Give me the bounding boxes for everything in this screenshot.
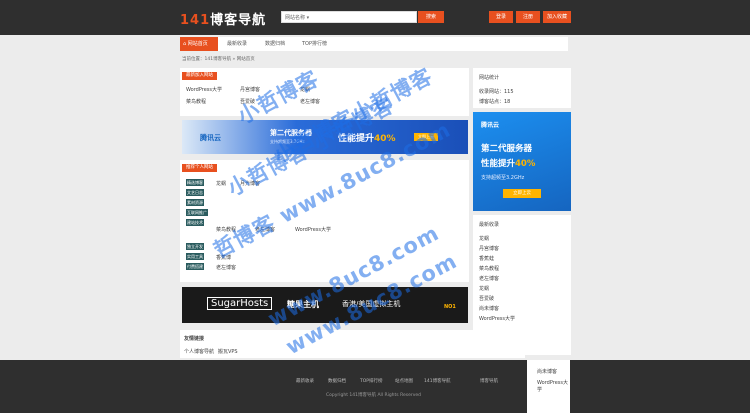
sidebar-ad-line1: 第二代服务器	[481, 144, 533, 154]
ad-brand: 腾讯云	[200, 134, 221, 142]
category-tag[interactable]: 素材资源	[186, 199, 204, 206]
register-button[interactable]: 注册	[516, 11, 540, 23]
sidebar-ad-line2-text: 性能提升	[481, 159, 516, 169]
recommend-panel: 推荐个人网站 精选博客 文艺日志 素材资源 互联网推广 建站技术 独立开发 实用…	[180, 160, 469, 282]
latest-panel: 最新收录 龙蜗 丹宫博客 香蕉蛙 菜鸟教程 老左博客 龙蜗 吾爱破 尚未博客 W…	[473, 215, 571, 355]
footer-link[interactable]: 数据归档	[328, 378, 346, 384]
list-item[interactable]: 吾爱破	[479, 295, 494, 302]
recent-panel-title: 最新加入网站	[182, 72, 217, 80]
site-logo[interactable]: 141博客导航	[180, 9, 266, 28]
category-tag[interactable]: 实用工具	[186, 253, 204, 260]
copyright: Copyright 141博客导航 All Rights Reserved	[326, 393, 422, 398]
recommend-panel-title: 推荐个人网站	[182, 164, 217, 172]
sidebar-ad-line3: 支持超频至3.2GHz	[481, 175, 525, 181]
category-tag[interactable]: 互联网推广	[186, 209, 208, 216]
footer-link[interactable]: 141博客导航	[424, 378, 451, 384]
list-item[interactable]: 吾爱破	[240, 98, 255, 105]
logo-number: 141	[180, 13, 211, 28]
list-item[interactable]: WordPress大学	[295, 226, 331, 233]
list-item[interactable]: 老左博客	[300, 98, 320, 105]
list-item[interactable]: 尚未博客	[479, 305, 499, 312]
list-item[interactable]: 龙蜗	[300, 86, 310, 93]
stats-title: 网站统计	[479, 75, 500, 81]
sidebar-cloud-ad[interactable]: 腾讯云 第二代服务器 性能提升40% 支持超频至3.2GHz 立即上云	[473, 112, 571, 211]
logo-text: 博客导航	[210, 13, 267, 28]
stats-panel: 网站统计 收录网站：115 博客站点：18	[473, 68, 571, 108]
friend-link[interactable]: 搬瓦VPS	[218, 348, 238, 355]
ad-percent: 40%	[374, 134, 396, 144]
ad-headline: 性能提升40%	[338, 131, 396, 144]
category-tag[interactable]: 付费搭建	[186, 263, 204, 270]
list-item[interactable]: 老左博客	[479, 275, 499, 282]
list-item[interactable]: 丹宫博客	[479, 245, 499, 252]
login-button[interactable]: 登录	[489, 11, 513, 23]
tab-latest[interactable]: 最新收录	[227, 37, 247, 51]
ad-subtitle: 支持超频至3.2GHz	[270, 139, 305, 144]
hosting-ad-rank: NO1	[444, 304, 456, 310]
list-item[interactable]: 龙蜗	[479, 235, 489, 242]
recent-panel: 最新加入网站 WordPress大学 丹宫博客 龙蜗 菜鸟教程 吾爱破 老左博客	[180, 68, 469, 116]
latest-title: 最新收录	[479, 222, 500, 228]
list-item[interactable]: 龙蜗	[216, 180, 226, 187]
ad-headline-text: 性能提升	[338, 134, 375, 144]
list-item[interactable]: 尚未博客	[537, 368, 557, 375]
tab-archive[interactable]: 数据归档	[265, 37, 285, 51]
breadcrumb: 当前位置：141博客导航 » 网站首页	[182, 57, 255, 62]
list-item[interactable]: 菜鸟教程	[216, 226, 236, 233]
footer: 最新收录 数据归档 TOP排行榜 站点地图 141博客导航 博客导航 Copyr…	[0, 360, 750, 413]
list-item[interactable]: 龙蜗	[479, 285, 489, 292]
list-item[interactable]: WordPress大学	[479, 315, 515, 322]
footer-link[interactable]: TOP排行榜	[360, 378, 383, 384]
footer-link[interactable]: 最新收录	[296, 378, 314, 384]
search-input[interactable]: 网站名称 ▾	[281, 11, 417, 23]
home-icon: ⌂	[183, 41, 187, 47]
tab-top[interactable]: TOP排行榜	[302, 37, 327, 51]
sidebar-ad-button[interactable]: 立即上云	[503, 189, 541, 198]
sidebar-ad-percent: 40%	[515, 159, 536, 169]
tab-home[interactable]: ⌂ 网站首页	[180, 37, 218, 51]
ad-cta-button[interactable]: 立即上云	[414, 133, 438, 141]
list-item[interactable]: 丹宫博客	[240, 86, 260, 93]
category-tag[interactable]: 文艺日志	[186, 189, 204, 196]
list-item[interactable]: 老左博客	[216, 264, 236, 271]
category-tag[interactable]: 精选博客	[186, 179, 204, 186]
friend-link[interactable]: 个人博客导航	[184, 348, 214, 355]
main-nav: ⌂ 网站首页 最新收录 数据归档 TOP排行榜	[180, 37, 568, 51]
hosting-ad-logo: SugarHosts	[207, 297, 273, 310]
search-type-select[interactable]: 网站名称 ▾	[285, 14, 309, 21]
list-item[interactable]: 香蕉蛙	[479, 255, 494, 262]
ad-title: 第二代服务器	[270, 129, 312, 137]
list-item[interactable]: 菜鸟教程	[479, 265, 499, 272]
stat-sites: 收录网站：115	[479, 89, 514, 95]
list-item[interactable]: WordPress大学	[186, 86, 222, 93]
sidebar-tail: 尚未博客 WordPress大学	[527, 360, 570, 413]
friend-links-title: 友情链接	[184, 336, 205, 342]
footer-link[interactable]: 站点地图	[395, 378, 413, 384]
sidebar-ad-brand: 腾讯云	[481, 122, 500, 129]
list-item[interactable]: 菜鸟教程	[186, 98, 206, 105]
tab-home-label: 网站首页	[187, 41, 208, 47]
category-tag[interactable]: 建站技术	[186, 219, 204, 226]
list-item[interactable]: WordPress大学	[537, 379, 570, 393]
list-item[interactable]: 老左博客	[255, 226, 275, 233]
bookmark-button[interactable]: 加入收藏	[543, 11, 571, 23]
list-item[interactable]: 香蕉博	[216, 254, 231, 261]
footer-link[interactable]: 博客导航	[480, 378, 498, 384]
hosting-ad-banner[interactable]: SugarHosts 糖果主机 香港/美国虚拟主机 NO1	[182, 287, 468, 323]
search-button[interactable]: 搜索	[418, 11, 444, 23]
list-item[interactable]: 月光博客	[240, 180, 260, 187]
hosting-ad-subtitle: 香港/美国虚拟主机	[342, 300, 401, 308]
sidebar-ad-line2: 性能提升40%	[481, 157, 535, 169]
top-bar: 141博客导航 网站名称 ▾ 搜索 登录 注册 加入收藏	[0, 0, 750, 35]
cloud-ad-banner[interactable]: 腾讯云 第二代服务器 支持超频至3.2GHz 性能提升40% 立即上云	[182, 120, 468, 154]
hosting-ad-title: 糖果主机	[287, 300, 319, 309]
category-tag[interactable]: 独立开发	[186, 243, 204, 250]
stat-blogs: 博客站点：18	[479, 99, 511, 105]
